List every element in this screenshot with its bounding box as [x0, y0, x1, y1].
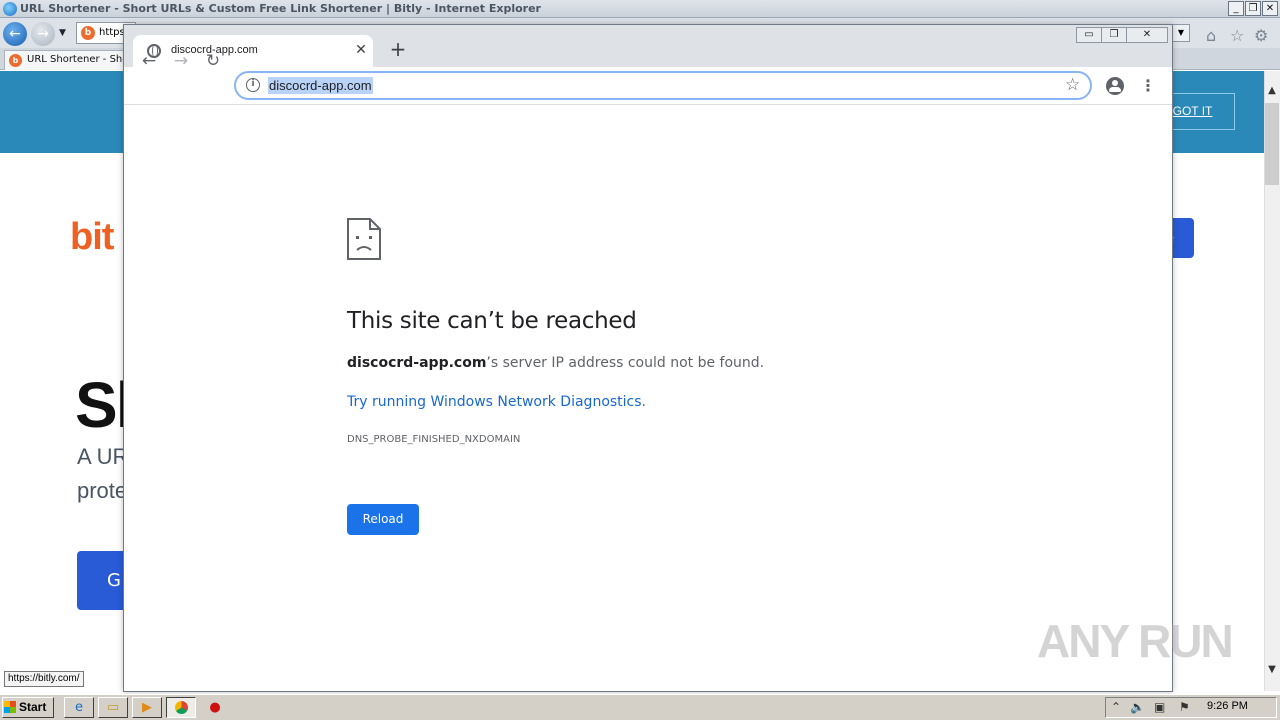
reload-icon[interactable]: ↻ [201, 50, 225, 72]
ie-back-button[interactable]: ← [3, 22, 27, 46]
reload-button[interactable]: Reload [347, 504, 419, 535]
scroll-up-arrow-icon[interactable]: ▲ [1264, 85, 1280, 101]
bitly-tab-favicon-icon: b [9, 54, 22, 67]
chrome-menu-kebab-icon[interactable]: ⋮ [1140, 75, 1156, 97]
taskbar-antivirus-icon[interactable]: ● [200, 697, 230, 718]
action-center-flag-icon[interactable]: ⚑ [1179, 700, 1190, 714]
error-description-text: ’s server IP address could not be found. [486, 355, 765, 371]
error-heading: This site can’t be reached [347, 308, 637, 334]
bookmark-star-icon[interactable]: ☆ [1065, 75, 1080, 95]
ie-tab-bitly[interactable]: b URL Shortener - Shor [4, 50, 134, 70]
network-diagnostics-line: Try running Windows Network Diagnostics. [347, 394, 646, 410]
ie-restore-button[interactable]: ❐ [1245, 1, 1261, 16]
windows-logo-icon [4, 701, 16, 713]
taskbar-folder-icon[interactable]: ▭ [98, 697, 128, 718]
error-domain: discocrd-app.com [347, 355, 487, 371]
taskbar-media-player-icon[interactable]: ▶ [132, 697, 162, 718]
new-tab-button[interactable]: + [388, 39, 408, 59]
chrome-minimize-button[interactable]: ▭ [1076, 27, 1102, 43]
tray-expand-icon[interactable]: ⌃ [1111, 700, 1121, 714]
back-arrow-icon[interactable]: ← [137, 50, 161, 72]
taskbar-chrome-icon[interactable] [166, 697, 196, 718]
link-suffix: . [641, 394, 646, 410]
ie-address-dropdown-icon[interactable]: ▼ [1172, 24, 1190, 42]
favorites-star-icon[interactable]: ☆ [1230, 26, 1244, 45]
clock[interactable]: 9:26 PM [1207, 700, 1248, 712]
ie-history-dropdown-icon[interactable]: ▼ [59, 28, 66, 38]
anyrun-watermark: ANY RUN [1037, 615, 1234, 667]
scrollbar-thumb[interactable] [1265, 103, 1279, 185]
forward-arrow-icon[interactable]: → [169, 50, 193, 72]
chrome-close-button[interactable]: ✕ [1126, 27, 1168, 43]
network-diagnostics-link[interactable]: Try running Windows Network Diagnostics [347, 394, 642, 410]
sad-page-icon [347, 218, 381, 260]
close-tab-icon[interactable]: ✕ [353, 41, 369, 59]
ie-window-title: URL Shortener - Short URLs & Custom Free… [20, 2, 541, 15]
bitly-favicon-icon: b [81, 26, 95, 40]
tools-gear-icon[interactable]: ⚙ [1254, 26, 1268, 45]
bitly-hero-subtitle-line1: A UR [77, 444, 129, 469]
bitly-hero-subtitle-line2: prote [77, 478, 128, 503]
home-icon[interactable]: ⌂ [1206, 26, 1216, 45]
ie-minimize-button[interactable]: _ [1228, 1, 1244, 16]
chrome-logo-icon [174, 701, 188, 714]
error-description: discocrd-app.com’s server IP address cou… [347, 355, 764, 371]
ie-close-button[interactable]: ✕ [1262, 1, 1278, 16]
chrome-omnibox[interactable]: i discocrd-app.com ☆ [234, 71, 1092, 100]
ie-tab-label: URL Shortener - Shor [27, 54, 133, 65]
bitly-logo[interactable]: bit [70, 216, 114, 259]
ie-forward-button[interactable]: → [31, 22, 55, 46]
chrome-restore-button[interactable]: ❐ [1101, 27, 1127, 43]
error-code: DNS_PROBE_FINISHED_NXDOMAIN [347, 434, 521, 445]
network-icon[interactable]: ▣ [1154, 700, 1165, 714]
volume-icon[interactable]: 🔈 [1130, 700, 1145, 714]
taskbar-ie-icon[interactable]: e [64, 697, 94, 718]
scroll-down-arrow-icon[interactable]: ▼ [1264, 664, 1280, 680]
chrome-url-text[interactable]: discocrd-app.com [268, 77, 373, 94]
desktop-screen: URL Shortener - Short URLs & Custom Free… [0, 0, 1280, 720]
ie-logo-icon [3, 2, 17, 16]
info-icon[interactable]: i [246, 78, 260, 92]
ie-status-bar-url: https://bitly.com/ [4, 671, 84, 687]
ie-title-bar: URL Shortener - Short URLs & Custom Free… [0, 0, 1280, 18]
profile-avatar-icon[interactable] [1106, 77, 1124, 95]
